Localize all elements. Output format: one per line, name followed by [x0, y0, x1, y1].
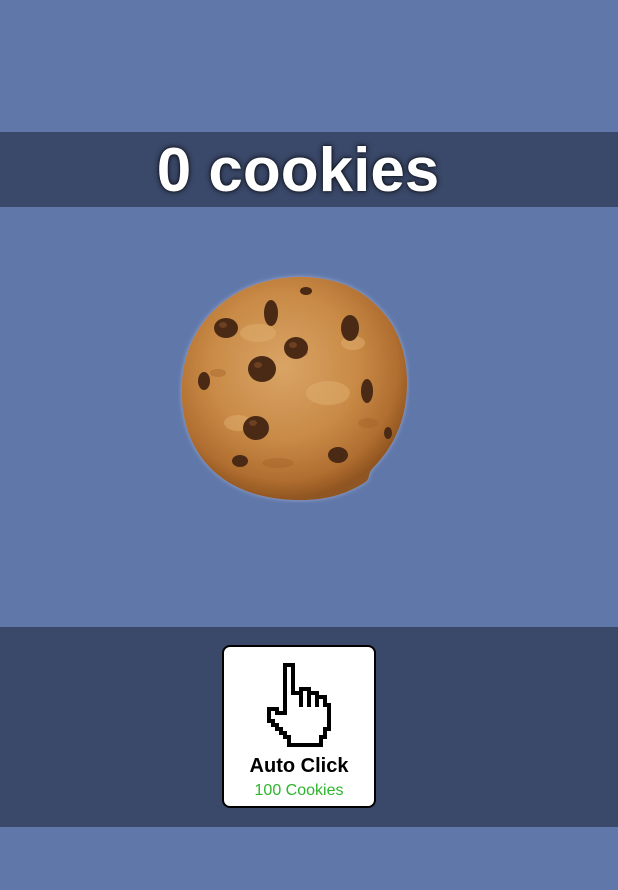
big-cookie[interactable]	[178, 273, 410, 503]
cookie-count: 0 cookies	[156, 136, 440, 205]
shop-bar: Auto Click 100 Cookies	[0, 627, 618, 827]
pointing-hand-cursor-icon	[267, 663, 331, 755]
auto-click-upgrade-button[interactable]: Auto Click 100 Cookies	[222, 645, 376, 808]
chocolate-chip-cookie-icon	[181, 276, 408, 501]
auto-click-cost: 100 Cookies	[254, 782, 344, 799]
auto-click-label: Auto Click	[249, 755, 349, 777]
cookie-counter-bar: 0 cookies	[0, 132, 618, 207]
